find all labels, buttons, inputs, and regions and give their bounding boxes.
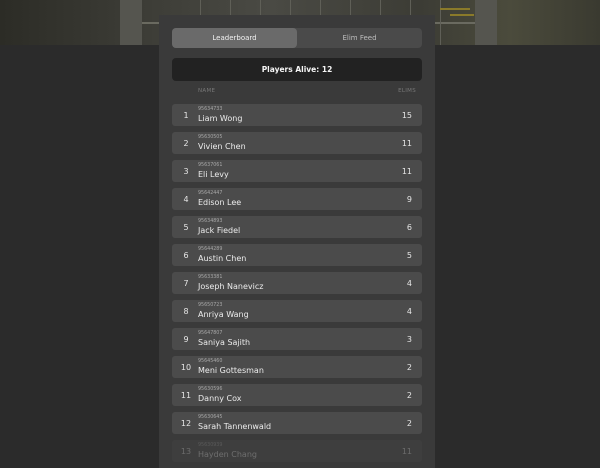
player-name: Edison Lee [198, 198, 242, 207]
player-id: 95644289 [198, 247, 223, 252]
column-header-elims: ELIMS [398, 88, 416, 94]
player-id: 95634733 [198, 107, 223, 112]
player-id: 95630939 [198, 443, 223, 448]
leaderboard-panel: Leaderboard Elim Feed Players Alive: 12 … [159, 15, 435, 468]
rank-number: 10 [180, 362, 192, 372]
leaderboard-list: 1 95634733 Liam Wong 15 2 95630505 Vivien Chen… [172, 104, 422, 468]
elim-count: 2 [406, 362, 412, 372]
player-id: 95630645 [198, 415, 223, 420]
players-alive-banner: Players Alive: 12 [172, 58, 422, 81]
leaderboard-row[interactable]: 12 95630645 Sarah Tannenwald 2 [172, 412, 422, 434]
player-id: 95650723 [198, 303, 223, 308]
player-name: Anriya Wang [198, 310, 249, 319]
elim-count: 6 [406, 222, 412, 232]
elim-count: 2 [406, 418, 412, 428]
leaderboard-row[interactable]: 3 95637061 Eli Levy 11 [172, 160, 422, 182]
rank-number: 2 [183, 138, 189, 148]
player-id: 95637061 [198, 163, 223, 168]
player-name: Joseph Nanevicz [198, 282, 264, 291]
player-name: Hayden Chang [198, 450, 257, 459]
rank-number: 9 [183, 334, 189, 344]
column-header-name: NAME [198, 88, 216, 94]
leaderboard-row[interactable]: 9 95647807 Saniya Sajith 3 [172, 328, 422, 350]
player-name: Danny Cox [198, 394, 242, 403]
elim-count: 2 [406, 390, 412, 400]
elim-count: 4 [406, 278, 412, 288]
leaderboard-row[interactable]: 8 95650723 Anriya Wang 4 [172, 300, 422, 322]
player-id: 95634893 [198, 219, 223, 224]
leaderboard-row[interactable]: 2 95630505 Vivien Chen 11 [172, 132, 422, 154]
player-name: Austin Chen [198, 254, 247, 263]
player-name: Liam Wong [198, 114, 243, 123]
elim-count: 11 [401, 446, 412, 456]
tab-bar: Leaderboard Elim Feed [172, 28, 422, 48]
rank-number: 13 [180, 446, 192, 456]
leaderboard-row[interactable]: 13 95630939 Hayden Chang 11 [172, 440, 422, 462]
player-name: Eli Levy [198, 170, 229, 179]
rank-number: 12 [180, 418, 192, 428]
player-id: 95647807 [198, 331, 223, 336]
elim-count: 4 [406, 306, 412, 316]
leaderboard-row[interactable]: 11 95630596 Danny Cox 2 [172, 384, 422, 406]
player-name: Sarah Tannenwald [198, 422, 272, 431]
player-id: 95630505 [198, 135, 223, 140]
rank-number: 5 [183, 222, 189, 232]
rank-number: 3 [183, 166, 189, 176]
player-id: 95642447 [198, 191, 223, 196]
player-id: 95630596 [198, 387, 223, 392]
elim-count: 5 [406, 250, 412, 260]
rank-number: 1 [183, 110, 189, 120]
player-name: Jack Fiedel [198, 226, 241, 235]
leaderboard-row[interactable]: 6 95644289 Austin Chen 5 [172, 244, 422, 266]
rank-number: 4 [183, 194, 189, 204]
elim-count: 15 [401, 110, 412, 120]
leaderboard-row[interactable]: 4 95642447 Edison Lee 9 [172, 188, 422, 210]
leaderboard-row[interactable]: 7 95633381 Joseph Nanevicz 4 [172, 272, 422, 294]
tab-elim-feed[interactable]: Elim Feed [297, 28, 422, 48]
player-name: Meni Gottesman [198, 366, 264, 375]
rank-number: 8 [183, 306, 189, 316]
leaderboard-row[interactable]: 1 95634733 Liam Wong 15 [172, 104, 422, 126]
player-name: Vivien Chen [198, 142, 246, 151]
player-id: 95645460 [198, 359, 223, 364]
player-name: Saniya Sajith [198, 338, 251, 347]
tab-leaderboard[interactable]: Leaderboard [172, 28, 297, 48]
rank-number: 11 [180, 390, 192, 400]
elim-count: 9 [406, 194, 412, 204]
rank-number: 6 [183, 250, 189, 260]
elim-count: 11 [401, 166, 412, 176]
elim-count: 3 [406, 334, 412, 344]
leaderboard-row[interactable]: 5 95634893 Jack Fiedel 6 [172, 216, 422, 238]
player-id: 95633381 [198, 275, 223, 280]
rank-number: 7 [183, 278, 189, 288]
elim-count: 11 [401, 138, 412, 148]
leaderboard-row[interactable]: 10 95645460 Meni Gottesman 2 [172, 356, 422, 378]
